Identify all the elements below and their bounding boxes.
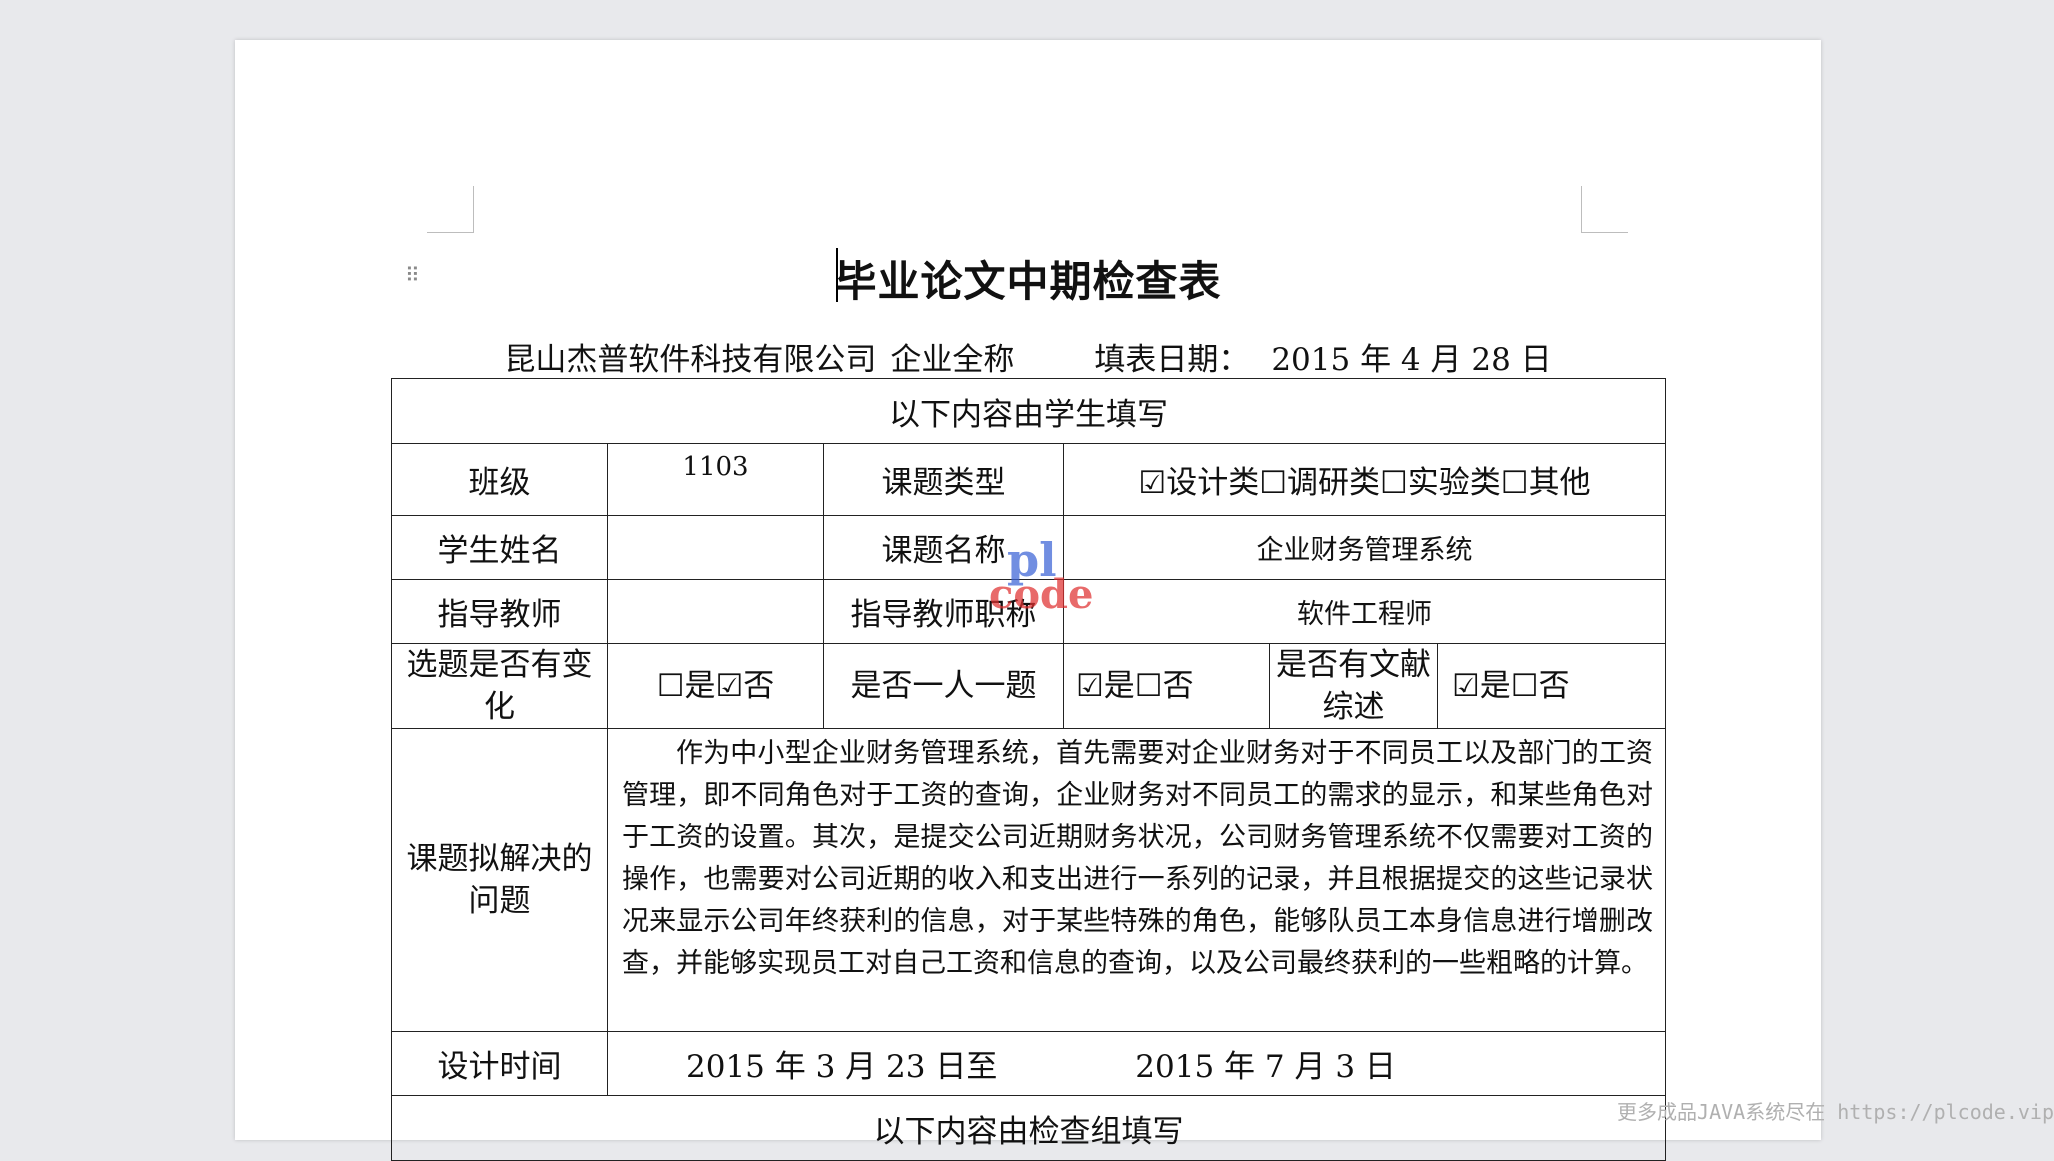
- margin-corner-top-right: [1581, 186, 1628, 233]
- class-value[interactable]: 1103: [607, 443, 824, 516]
- has-review-options[interactable]: ☑是☐否: [1437, 643, 1666, 729]
- fill-date-label: 填表日期：: [1094, 342, 1250, 378]
- company-name-label: 企业全称: [890, 342, 1015, 378]
- one-per-topic-label: 是否一人一题: [823, 643, 1064, 729]
- topic-changed-label: 选题是否有变化: [391, 643, 608, 729]
- document-page: ⠿ 毕业论文中期检查表 昆山杰普软件科技有限公司 企业全称 填表日期： 2015 年 …: [235, 40, 1821, 1161]
- company-name: 昆山杰普软件科技有限公司: [504, 342, 877, 378]
- document-title: 毕业论文中期检查表: [834, 257, 1222, 306]
- fill-date-value: 2015 年 4 月 28 日: [1271, 342, 1552, 378]
- advisor-value[interactable]: [607, 579, 824, 644]
- student-section-title: 以下内容由学生填写: [391, 378, 1666, 444]
- text-cursor: [836, 248, 838, 302]
- student-name-label: 学生姓名: [391, 515, 608, 580]
- advisor-label: 指导教师: [391, 579, 608, 644]
- design-time-label: 设计时间: [391, 1031, 608, 1096]
- has-review-label: 是否有文献综述: [1269, 643, 1438, 729]
- design-time-value[interactable]: 2015 年 3 月 23 日至 2015 年 7 月 3 日: [607, 1031, 1666, 1096]
- site-footer-watermark: 更多成品JAVA系统尽在 https://plcode.vip: [1617, 1100, 2054, 1124]
- midterm-check-form-table: 以下内容由学生填写 班级 1103 课题类型 ☑设计类☐调研类☐实验类☐其他 学…: [391, 378, 1666, 1161]
- company-date-line: 昆山杰普软件科技有限公司 企业全称 填表日期： 2015 年 4 月 28 日: [235, 334, 1821, 379]
- advisor-title-value[interactable]: 软件工程师: [1063, 579, 1666, 644]
- problem-label: 课题拟解决的问题: [391, 728, 608, 1032]
- student-name-value[interactable]: [607, 515, 824, 580]
- checkgroup-section-title: 以下内容由检查组填写: [391, 1095, 1666, 1161]
- problem-description[interactable]: 作为中小型企业财务管理系统，首先需要对企业财务对于不同员工以及部门的工资管理，即…: [607, 728, 1666, 1032]
- topic-changed-options[interactable]: ☐是☑否: [607, 643, 824, 729]
- margin-corner-top-left: [427, 186, 474, 233]
- topic-name-label: 课题名称: [823, 515, 1064, 580]
- class-label: 班级: [391, 443, 608, 516]
- topic-type-label: 课题类型: [823, 443, 1064, 516]
- one-per-topic-options[interactable]: ☑是☐否: [1063, 643, 1270, 729]
- topic-type-options[interactable]: ☑设计类☐调研类☐实验类☐其他: [1063, 443, 1666, 516]
- advisor-title-label: 指导教师职称: [823, 579, 1064, 644]
- topic-name-value[interactable]: 企业财务管理系统: [1063, 515, 1666, 580]
